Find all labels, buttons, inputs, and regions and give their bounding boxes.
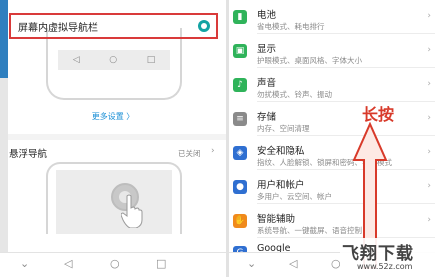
settings-item-title: 声音 <box>257 78 277 89</box>
chevron-right-icon: › <box>427 181 431 191</box>
settings-item-subtitle: 系统导航、一键截屏、语音控制 <box>257 226 362 235</box>
settings-item-subtitle: 护眼模式、桌面风格、字体大小 <box>257 56 362 65</box>
chevron-right-icon[interactable]: › <box>211 146 215 156</box>
home-icon[interactable]: ○ <box>110 257 120 270</box>
settings-item-subtitle: 多用户、云空间、帐户 <box>257 192 332 201</box>
chevron-right-icon: › <box>427 11 431 21</box>
settings-item-storage[interactable]: ≡ 存储 内存、空间清理 › <box>229 102 435 136</box>
settings-item-title: 显示 <box>257 44 277 55</box>
recent-apps-icon[interactable]: □ <box>156 257 166 270</box>
virtual-nav-option[interactable]: 屏幕内虚拟导航栏 <box>9 13 218 39</box>
settings-item-sound[interactable]: ♪ 声音 勿扰模式、铃声、振动 › <box>229 68 435 102</box>
settings-item-users[interactable]: ● 用户和帐户 多用户、云空间、帐户 › <box>229 170 435 204</box>
settings-list: ▮ 电池 省电模式、耗电排行 › ▣ 显示 护眼模式、桌面风格、字体大小 › ♪… <box>229 0 435 277</box>
nav-settings-panel: ◁ ○ □ 屏幕内虚拟导航栏 更多设置 〉 悬浮导航 已关闭 › <box>0 0 226 277</box>
back-icon[interactable]: ◁ <box>289 257 297 270</box>
user-icon: ● <box>233 180 247 194</box>
left-edge-strip <box>0 0 8 277</box>
hand-pointer-icon <box>121 194 143 228</box>
chevron-right-icon: › <box>427 147 431 157</box>
display-icon: ▣ <box>233 44 247 58</box>
chevron-right-icon: › <box>427 79 431 89</box>
settings-item-title: 智能辅助 <box>257 214 296 225</box>
battery-icon: ▮ <box>233 10 247 24</box>
illustration-nav-bar: ◁ ○ □ <box>58 50 170 70</box>
chevron-down-icon[interactable]: ⌄ <box>247 257 256 270</box>
chevron-right-icon: › <box>427 45 431 55</box>
security-icon: ◈ <box>233 146 247 160</box>
chevron-right-icon: › <box>427 215 431 225</box>
illustration-back-icon: ◁ <box>72 55 80 65</box>
more-settings-link[interactable]: 更多设置 〉 <box>0 111 226 122</box>
illustration-recent-icon: □ <box>146 55 156 65</box>
virtual-nav-label: 屏幕内虚拟导航栏 <box>18 22 98 34</box>
back-icon[interactable]: ◁ <box>64 257 72 270</box>
settings-item-battery[interactable]: ▮ 电池 省电模式、耗电排行 › <box>229 0 435 34</box>
settings-item-title: 存储 <box>257 112 277 123</box>
virtual-nav-radio[interactable] <box>198 20 210 32</box>
phone-illustration-float <box>46 162 182 234</box>
float-nav-status: 已关闭 <box>178 149 201 158</box>
watermark-title: 飞翔下载 <box>342 244 414 264</box>
settings-item-display[interactable]: ▣ 显示 护眼模式、桌面风格、字体大小 › <box>229 34 435 68</box>
settings-item-subtitle: 勿扰模式、铃声、振动 <box>257 90 332 99</box>
chevron-right-icon: › <box>427 113 431 123</box>
settings-item-title: 用户和帐户 <box>257 180 305 191</box>
storage-icon: ≡ <box>233 112 247 126</box>
sound-icon: ♪ <box>233 78 247 92</box>
assist-icon: ✋ <box>233 214 247 228</box>
watermark-url: www.52z.com <box>357 262 413 271</box>
illustration-home-icon: ○ <box>109 55 118 65</box>
settings-item-subtitle: 省电模式、耗电排行 <box>257 22 325 31</box>
settings-item-subtitle: 内存、空间清理 <box>257 124 310 133</box>
settings-item-title: 电池 <box>257 10 277 21</box>
settings-item-title: 安全和隐私 <box>257 146 305 157</box>
settings-item-security[interactable]: ◈ 安全和隐私 指纹、人脸解锁、锁屏和密码、学生模式 › <box>229 136 435 170</box>
settings-item-assist[interactable]: ✋ 智能辅助 系统导航、一键截屏、语音控制 › <box>229 204 435 238</box>
float-nav-title[interactable]: 悬浮导航 <box>9 146 47 160</box>
chevron-down-icon[interactable]: ⌄ <box>20 257 29 270</box>
